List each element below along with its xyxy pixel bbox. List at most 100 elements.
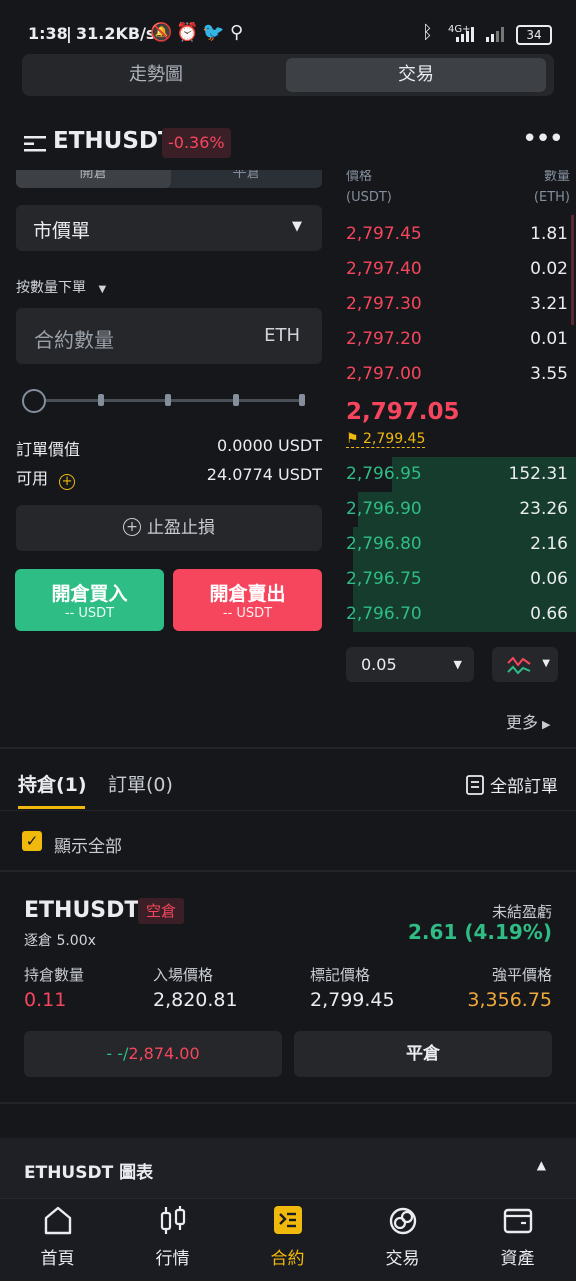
size-value: 0.11 [24,989,66,1011]
orderbook-header: 價格 (USDT) 數量 (ETH) [346,170,572,210]
bid-price: 2,796.80 [346,527,422,562]
open-long-sub: -- USDT [15,606,164,621]
ask-row[interactable]: 2,797.003.55 [346,357,572,392]
slider-tick-75[interactable] [233,394,239,406]
menu-icon[interactable] [24,136,46,152]
price-unit: (USDT) [346,190,392,205]
bid-row[interactable]: 2,796.95 152.31 [346,457,572,492]
tab-trade[interactable]: 交易 [286,58,546,92]
all-orders-label: 全部訂單 [490,777,558,797]
nav-home[interactable]: 首頁 [0,1204,115,1269]
quantity-unit: ETH [264,325,300,346]
chevron-right-icon: ▶ [542,718,550,731]
nav-trade[interactable]: 交易 [345,1204,460,1269]
quantity-input[interactable]: 合約數量 ETH [16,308,322,364]
order-type-select[interactable]: 市價單 ▼ [16,205,322,251]
bid-price: 2,796.70 [346,597,422,632]
bid-row[interactable]: 2,796.80 2.16 [346,527,572,562]
nav-trade-label: 交易 [345,1244,460,1269]
liq-value: 3,356.75 [467,989,552,1011]
mark-price-row[interactable]: ⚑ 2,799.45 [346,431,425,448]
nav-futures[interactable]: 合約 [230,1204,345,1269]
open-short-button[interactable]: 開倉賣出 -- USDT [173,569,322,631]
size-mode-label: 按數量下單 [16,280,86,296]
bid-qty: 2.16 [530,527,568,562]
signal-2-icon [486,26,508,42]
size-mode-select[interactable]: 按數量下單 ▼ [16,277,106,297]
ask-row[interactable]: 2,797.451.81 [346,217,572,252]
view-switch: 走勢圖 交易 [22,54,554,96]
all-orders-button[interactable]: 全部訂單 [466,772,558,797]
tab-positions-underline [18,806,85,809]
app-notification-icon: ⚲ [230,22,243,43]
tpsl-button[interactable]: +止盈止損 [16,505,322,551]
ask-row[interactable]: 2,797.303.21 [346,287,572,322]
chart-section-title: ETHUSDT 圖表 [24,1158,153,1183]
chart-section-header[interactable]: ETHUSDT 圖表 ▲ [0,1138,576,1198]
slider-thumb[interactable] [22,389,46,413]
bid-row[interactable]: 2,796.750.06 [346,562,572,597]
position-margin-mode: 逐倉 5.00x [24,930,96,950]
nav-assets-label: 資產 [460,1244,575,1269]
nav-home-label: 首頁 [0,1244,115,1269]
tab-close[interactable]: 平倉 [171,170,322,188]
section-divider [0,870,576,872]
order-value: 0.0000 USDT [217,436,322,455]
slider-tick-100[interactable] [299,394,305,406]
more-options-icon[interactable]: ••• [522,124,562,154]
show-all-label: 顯示全部 [54,832,122,857]
bid-row[interactable]: 2,796.90 23.26 [346,492,572,527]
bell-off-icon: 🔕 [150,22,172,43]
bid-qty: 23.26 [519,492,568,527]
bid-qty: 152.31 [509,457,568,492]
symbol-title[interactable]: ETHUSDT [53,128,174,154]
transfer-plus-icon[interactable]: + [59,474,75,490]
orderbook-layout-select[interactable]: ▼ [492,647,558,682]
battery-icon: 34 [516,25,552,45]
size-mode-chevron-icon: ▼ [98,284,106,295]
tpsl-edit-button[interactable]: - -/2,874.00 [24,1031,282,1077]
ask-row[interactable]: 2,797.400.02 [346,252,572,287]
pnl-label: 未結盈虧 [492,901,552,922]
bluetooth-icon: ᛒ [422,22,433,43]
nav-markets[interactable]: 行情 [115,1204,230,1269]
nav-assets[interactable]: 資產 [460,1204,575,1269]
slider-tick-50[interactable] [165,394,171,406]
bid-price: 2,796.90 [346,492,422,527]
tab-chart[interactable]: 走勢圖 [26,58,286,92]
close-position-button[interactable]: 平倉 [294,1031,552,1077]
precision-select[interactable]: 0.05 ▼ [346,647,474,682]
tpsl-dash: - -/ [106,1044,128,1063]
alarm-icon: ⏰ [176,22,198,43]
signal-icon [456,26,478,42]
slider-tick-25[interactable] [98,394,104,406]
price-change-badge: -0.36% [162,128,231,158]
tab-orders[interactable]: 訂單(0) [108,770,173,797]
bid-price: 2,796.95 [346,457,422,492]
order-type-value: 市價單 [33,216,90,243]
bid-row[interactable]: 2,796.700.66 [346,597,572,632]
tab-positions[interactable]: 持倉(1) [18,770,87,797]
more-label: 更多 [506,713,538,732]
bid-price: 2,796.75 [346,562,422,597]
more-link[interactable]: 更多 ▶ [506,709,550,733]
chevron-up-icon[interactable]: ▲ [537,1158,546,1172]
battery-level: 34 [526,28,541,42]
show-all-checkbox[interactable]: ✓ [22,831,42,851]
ask-row[interactable]: 2,797.200.01 [346,322,572,357]
ask-qty: 3.21 [530,287,568,322]
ask-qty: 0.01 [530,322,568,357]
section-divider [0,747,576,749]
mark-value: 2,799.45 [310,989,395,1011]
status-time: 1:38 [28,24,68,43]
precision-value: 0.05 [361,655,397,674]
open-long-button[interactable]: 開倉買入 -- USDT [15,569,164,631]
quantity-slider[interactable] [22,389,308,413]
tab-open[interactable]: 開倉 [16,170,171,188]
ask-price: 2,797.00 [346,357,422,392]
entry-label: 入場價格 [153,964,213,985]
last-price[interactable]: 2,797.05 [346,399,460,425]
status-bar: 1:38 | 31.2KB/s 🔕 ⏰ 🐦 ⚲ ᛒ 4G+ 34 [0,0,576,52]
symbol-header: ETHUSDT -0.36% ••• [24,128,548,160]
position-symbol[interactable]: ETHUSDT [24,898,139,923]
